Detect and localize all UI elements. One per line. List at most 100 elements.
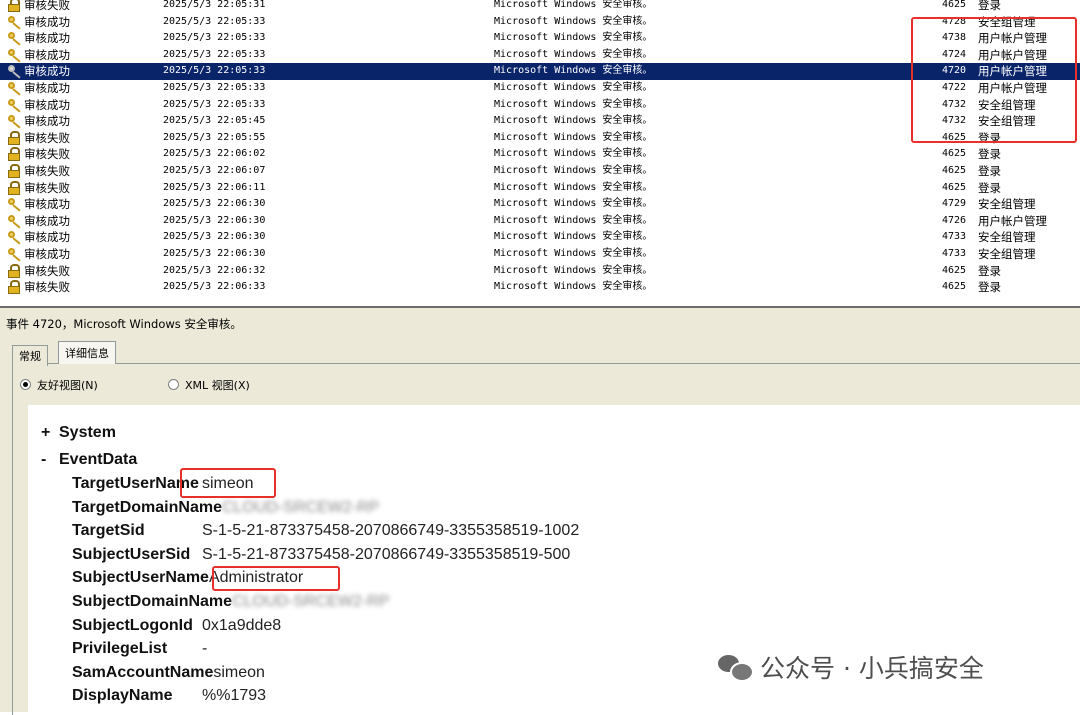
event-row[interactable]: 审核成功 2025/5/3 22:06:30 Microsoft Windows 安… — [0, 213, 1080, 230]
event-level: 审核失败 — [24, 130, 70, 145]
event-datetime: 2025/5/3 22:05:33 — [163, 48, 266, 60]
event-level: 审核成功 — [24, 213, 70, 228]
field-name: SamAccountName — [72, 663, 214, 681]
event-row[interactable]: 审核失败 2025/5/3 22:06:07 Microsoft Windows 安… — [0, 163, 1080, 180]
event-datetime: 2025/5/3 22:06:07 — [163, 165, 266, 176]
key-icon — [7, 81, 22, 96]
event-row[interactable]: 审核失败 2025/5/3 22:06:11 Microsoft Windows 安… — [0, 180, 1080, 197]
watermark: 公众号 · 小兵搞安全 — [718, 649, 984, 685]
event-datetime: 2025/5/3 22:06:02 — [163, 148, 266, 160]
radio-unselected-icon — [168, 379, 179, 390]
xml-view-radio[interactable]: XML 视图(X) — [168, 377, 250, 393]
event-datetime: 2025/5/3 22:05:33 — [163, 32, 266, 44]
event-row[interactable]: 审核失败 2025/5/3 22:06:02 Microsoft Windows 安… — [0, 146, 1080, 163]
lock-icon — [7, 164, 22, 178]
event-row[interactable]: 审核成功 2025/5/3 22:06:30 Microsoft Windows 安… — [0, 229, 1080, 246]
event-row[interactable]: 审核失败 2025/5/3 22:06:33 Microsoft Windows 安… — [0, 279, 1080, 296]
field-name: DisplayName — [72, 687, 173, 705]
event-id: 4625 — [942, 264, 967, 276]
event-level: 审核成功 — [24, 197, 70, 212]
event-source: Microsoft Windows 安全审核。 — [494, 32, 653, 44]
key-icon — [7, 247, 22, 262]
field-name: TargetSid — [72, 522, 145, 540]
field-value: S-1-5-21-873375458-2070866749-3355358519… — [202, 522, 580, 540]
event-source: Microsoft Windows 安全审核。 — [494, 98, 653, 110]
system-node[interactable]: + System — [41, 424, 116, 442]
event-source: Microsoft Windows 安全审核。 — [494, 198, 653, 210]
event-datetime: 2025/5/3 22:06:11 — [163, 181, 266, 193]
event-level: 审核成功 — [24, 31, 70, 46]
key-icon — [7, 64, 22, 79]
system-node-label: System — [59, 424, 116, 441]
event-level: 审核失败 — [24, 164, 70, 178]
event-id: 4733 — [942, 231, 967, 243]
expand-icon[interactable]: + — [41, 424, 59, 442]
event-level: 审核成功 — [24, 230, 70, 245]
event-level: 审核失败 — [24, 147, 70, 162]
field-value: 0x1a9dde8 — [202, 616, 282, 634]
event-source: Microsoft Windows 安全审核。 — [494, 181, 653, 193]
event-datetime: 2025/5/3 22:05:33 — [163, 65, 266, 77]
event-category: 登录 — [978, 164, 1001, 178]
event-level: 审核失败 — [24, 280, 70, 295]
event-source: Microsoft Windows 安全审核。 — [494, 0, 653, 10]
event-source: Microsoft Windows 安全审核。 — [494, 65, 653, 77]
event-source: Microsoft Windows 安全审核。 — [494, 165, 653, 176]
event-id: 4726 — [942, 214, 967, 226]
event-level: 审核成功 — [24, 247, 70, 261]
field-value: %%1793 — [202, 687, 267, 705]
field-name: SubjectDomainName — [72, 593, 233, 610]
event-source: Microsoft Windows 安全审核。 — [494, 281, 653, 293]
friendly-view-radio[interactable]: 友好视图(N) — [20, 377, 98, 393]
key-icon — [7, 230, 22, 245]
event-datetime: 2025/5/3 22:05:33 — [163, 98, 266, 110]
key-icon — [7, 48, 22, 63]
event-row[interactable]: 审核成功 2025/5/3 22:06:30 Microsoft Windows 安… — [0, 246, 1080, 263]
key-icon — [7, 214, 22, 229]
event-datetime: 2025/5/3 22:05:55 — [163, 131, 266, 143]
key-icon — [7, 15, 22, 30]
event-row[interactable]: 审核成功 2025/5/3 22:06:30 Microsoft Windows 安… — [0, 196, 1080, 213]
key-icon — [7, 98, 22, 113]
event-id: 4625 — [942, 165, 967, 176]
wechat-icon — [718, 653, 754, 682]
event-level: 审核成功 — [24, 81, 70, 95]
event-level: 审核失败 — [24, 0, 70, 12]
lock-icon — [7, 180, 22, 195]
event-datetime: 2025/5/3 22:06:30 — [163, 198, 266, 210]
lock-icon — [7, 263, 22, 278]
friendly-view-label: 友好视图(N) — [37, 379, 98, 392]
event-list[interactable]: 审核失败 2025/5/3 22:05:31 Microsoft Windows 安… — [0, 0, 1080, 306]
tab-general[interactable]: 常规 — [12, 345, 48, 366]
event-datetime: 2025/5/3 22:06:30 — [163, 248, 266, 259]
event-category: 登录 — [978, 180, 1001, 195]
username-highlight-box — [180, 468, 276, 498]
event-category: 安全组管理 — [978, 247, 1036, 261]
event-datetime: 2025/5/3 22:06:30 — [163, 231, 266, 243]
watermark-text: 公众号 · 小兵搞安全 — [760, 654, 984, 683]
event-data-field: SamAccountNamesimeon — [72, 664, 265, 687]
event-source: Microsoft Windows 安全审核。 — [494, 214, 653, 226]
event-source: Microsoft Windows 安全审核。 — [494, 82, 653, 93]
key-icon — [7, 31, 22, 46]
event-category: 登录 — [978, 0, 1001, 12]
collapse-icon[interactable]: - — [41, 451, 59, 469]
eventdata-node[interactable]: - EventData — [41, 451, 137, 469]
event-category: 安全组管理 — [978, 197, 1036, 212]
subject-username-highlight-box — [212, 566, 340, 591]
event-datetime: 2025/5/3 22:05:31 — [163, 0, 266, 10]
event-row[interactable]: 审核失败 2025/5/3 22:06:32 Microsoft Windows 安… — [0, 263, 1080, 280]
lock-icon — [7, 280, 22, 295]
event-data-field: SubjectLogonId 0x1a9dde8 — [72, 617, 281, 640]
event-row[interactable]: 审核失败 2025/5/3 22:05:31 Microsoft Windows 安… — [0, 0, 1080, 14]
event-category: 安全组管理 — [978, 230, 1036, 245]
event-id-highlight-box — [911, 17, 1077, 143]
key-icon — [7, 197, 22, 212]
event-category: 登录 — [978, 147, 1001, 162]
lock-icon — [7, 0, 22, 12]
event-data-field: TargetDomainNameCLOUD-SRCEW2-RP — [72, 499, 379, 522]
event-id: 4625 — [942, 181, 967, 193]
tab-details[interactable]: 详细信息 — [58, 341, 116, 364]
event-source: Microsoft Windows 安全审核。 — [494, 231, 653, 243]
xml-view-label: XML 视图(X) — [185, 379, 250, 392]
